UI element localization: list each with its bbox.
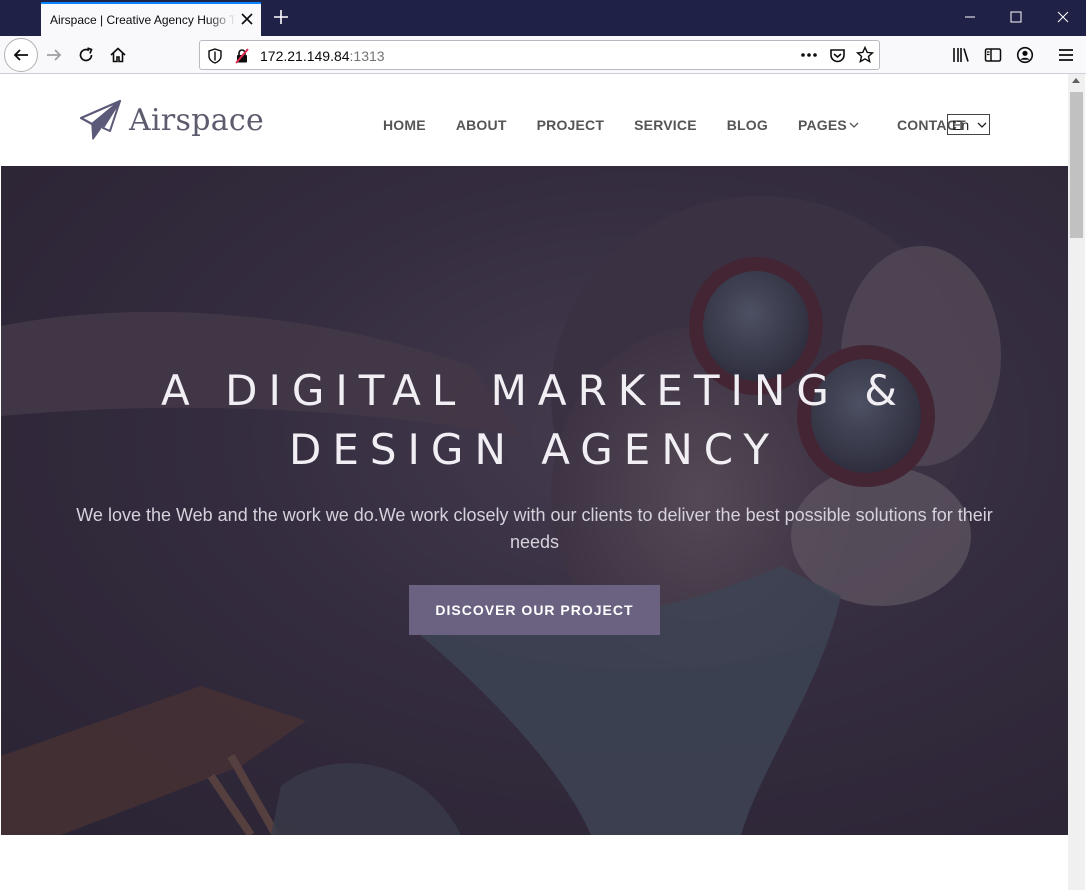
- bookmark-star-icon[interactable]: [855, 45, 875, 69]
- page-scrollbar[interactable]: [1068, 74, 1085, 890]
- hero-section: A DIGITAL MARKETING & DESIGN AGENCY We l…: [1, 166, 1068, 835]
- close-tab-icon[interactable]: [239, 11, 255, 27]
- url-host: 172.21.149.84: [260, 48, 350, 64]
- library-icon[interactable]: [950, 44, 972, 66]
- main-menu: HOME ABOUT PROJECT SERVICE BLOG PAGES CO…: [383, 117, 996, 133]
- url-port: :1313: [349, 48, 385, 64]
- menu-icon[interactable]: [1055, 44, 1077, 66]
- chevron-down-icon: [977, 122, 987, 128]
- shield-icon[interactable]: [208, 48, 222, 69]
- paper-plane-icon: [79, 99, 122, 140]
- scroll-thumb[interactable]: [1070, 92, 1083, 238]
- menu-item-blog[interactable]: BLOG: [727, 117, 768, 133]
- menu-item-pages[interactable]: PAGES: [798, 117, 859, 133]
- site-logo[interactable]: Airspace: [79, 98, 264, 142]
- back-arrow-icon: [13, 49, 28, 61]
- account-icon[interactable]: [1014, 44, 1036, 66]
- browser-titlebar: Airspace | Creative Agency Hugo Template: [0, 0, 1086, 36]
- page-actions-icon[interactable]: [800, 47, 818, 68]
- pocket-icon[interactable]: [829, 47, 846, 69]
- close-window-icon[interactable]: [1040, 0, 1086, 34]
- discover-project-button[interactable]: DISCOVER OUR PROJECT: [409, 585, 660, 635]
- new-tab-icon[interactable]: [272, 8, 290, 26]
- sidebar-icon[interactable]: [982, 44, 1004, 66]
- hero-title: A DIGITAL MARKETING & DESIGN AGENCY: [1, 361, 1068, 479]
- insecure-lock-icon[interactable]: [234, 48, 250, 69]
- forward-arrow-icon[interactable]: [43, 44, 65, 66]
- hero-title-line2: DESIGN AGENCY: [289, 425, 780, 474]
- language-select[interactable]: En: [947, 114, 990, 135]
- reload-icon[interactable]: [75, 44, 97, 66]
- menu-item-about[interactable]: ABOUT: [456, 117, 507, 133]
- menu-item-project[interactable]: PROJECT: [537, 117, 605, 133]
- chevron-down-icon: [849, 122, 859, 128]
- url-text: 172.21.149.84:1313: [260, 48, 385, 64]
- site-header: Airspace HOME ABOUT PROJECT SERVICE BLOG…: [1, 74, 1068, 166]
- menu-item-service[interactable]: SERVICE: [634, 117, 697, 133]
- browser-tab[interactable]: Airspace | Creative Agency Hugo Template: [41, 2, 261, 36]
- menu-item-pages-label: PAGES: [797, 117, 847, 133]
- minimize-icon[interactable]: [947, 0, 993, 34]
- tab-title: Airspace | Creative Agency Hugo Template: [50, 13, 236, 27]
- browser-toolbar: 172.21.149.84:1313: [0, 36, 1086, 74]
- logo-text: Airspace: [129, 102, 265, 138]
- hero-subtitle: We love the Web and the work we do.We wo…: [76, 505, 993, 552]
- back-button[interactable]: [4, 38, 38, 72]
- home-icon[interactable]: [107, 44, 129, 66]
- hero-title-line1: A DIGITAL MARKETING &: [161, 366, 908, 415]
- web-page: Airspace HOME ABOUT PROJECT SERVICE BLOG…: [1, 74, 1068, 890]
- hero-overlay: [1, 166, 1068, 835]
- menu-item-home[interactable]: HOME: [383, 117, 426, 133]
- address-bar[interactable]: 172.21.149.84:1313: [199, 40, 880, 70]
- maximize-icon[interactable]: [993, 0, 1039, 34]
- scroll-up-arrow-icon[interactable]: [1072, 78, 1080, 83]
- language-value: En: [952, 116, 970, 133]
